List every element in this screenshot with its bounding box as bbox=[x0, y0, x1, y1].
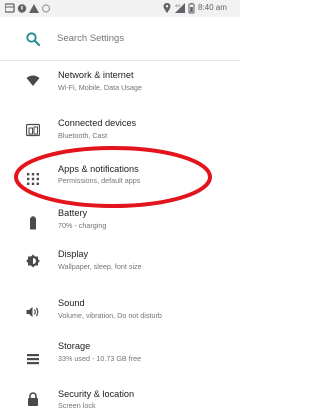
battery-icon bbox=[30, 216, 36, 230]
status-left-icons bbox=[5, 3, 51, 13]
settings-item-subtitle: Bluetooth, Cast bbox=[58, 131, 108, 140]
search-bar[interactable]: Search Settings bbox=[0, 17, 240, 61]
settings-item-subtitle: Wallpaper, sleep, font size bbox=[58, 262, 142, 271]
settings-item-sound[interactable]: Sound Volume, vibration, Do not disturb bbox=[0, 298, 240, 348]
settings-item-battery[interactable]: Battery 70% - charging bbox=[0, 204, 240, 252]
settings-item-subtitle: 70% - charging bbox=[58, 221, 107, 230]
settings-item-title: Sound bbox=[58, 298, 85, 308]
settings-item-apps-notifications[interactable]: Apps & notifications Permissions, defaul… bbox=[0, 156, 240, 204]
settings-item-network[interactable]: Network & internet Wi-Fi, Mobile, Data U… bbox=[0, 60, 240, 108]
svg-text:4G: 4G bbox=[175, 3, 180, 8]
settings-item-title: Display bbox=[58, 249, 89, 259]
settings-item-title: Battery bbox=[58, 208, 88, 218]
apps-icon bbox=[27, 173, 39, 185]
location-icon bbox=[163, 3, 171, 13]
android-icon bbox=[17, 4, 27, 13]
settings-item-subtitle: 33% used - 10.73 GB free bbox=[58, 354, 142, 363]
settings-item-display[interactable]: Display Wallpaper, sleep, font size bbox=[0, 249, 240, 300]
search-placeholder[interactable]: Search Settings bbox=[57, 33, 124, 44]
settings-item-subtitle: Volume, vibration, Do not disturb bbox=[58, 311, 162, 320]
status-bar: 4G 8:40 am bbox=[0, 0, 240, 17]
settings-item-title: Storage bbox=[58, 341, 91, 351]
storage-icon bbox=[27, 354, 39, 365]
settings-item-title: Security & location bbox=[58, 389, 135, 399]
alert-icon bbox=[29, 4, 39, 13]
dot-icon bbox=[41, 4, 51, 13]
signal-icon: 4G bbox=[175, 3, 185, 13]
settings-item-title: Apps & notifications bbox=[58, 164, 139, 174]
settings-item-security[interactable]: Security & location Screen lock bbox=[0, 384, 240, 410]
devices-icon bbox=[26, 123, 40, 137]
status-time: 8:40 am bbox=[198, 3, 227, 12]
settings-item-title: Network & internet bbox=[58, 70, 134, 80]
settings-item-connected-devices[interactable]: Connected devices Bluetooth, Cast bbox=[0, 108, 240, 156]
brightness-icon bbox=[26, 254, 40, 268]
settings-item-subtitle: Permissions, default apps bbox=[58, 176, 141, 185]
lock-icon bbox=[28, 392, 38, 406]
settings-item-title: Connected devices bbox=[58, 118, 137, 128]
notification-icon bbox=[5, 3, 15, 13]
volume-icon bbox=[26, 307, 39, 317]
search-icon[interactable] bbox=[26, 32, 40, 46]
settings-item-subtitle: Wi-Fi, Mobile, Data Usage bbox=[58, 83, 142, 92]
battery-icon bbox=[188, 3, 195, 14]
wifi-icon bbox=[26, 75, 40, 86]
